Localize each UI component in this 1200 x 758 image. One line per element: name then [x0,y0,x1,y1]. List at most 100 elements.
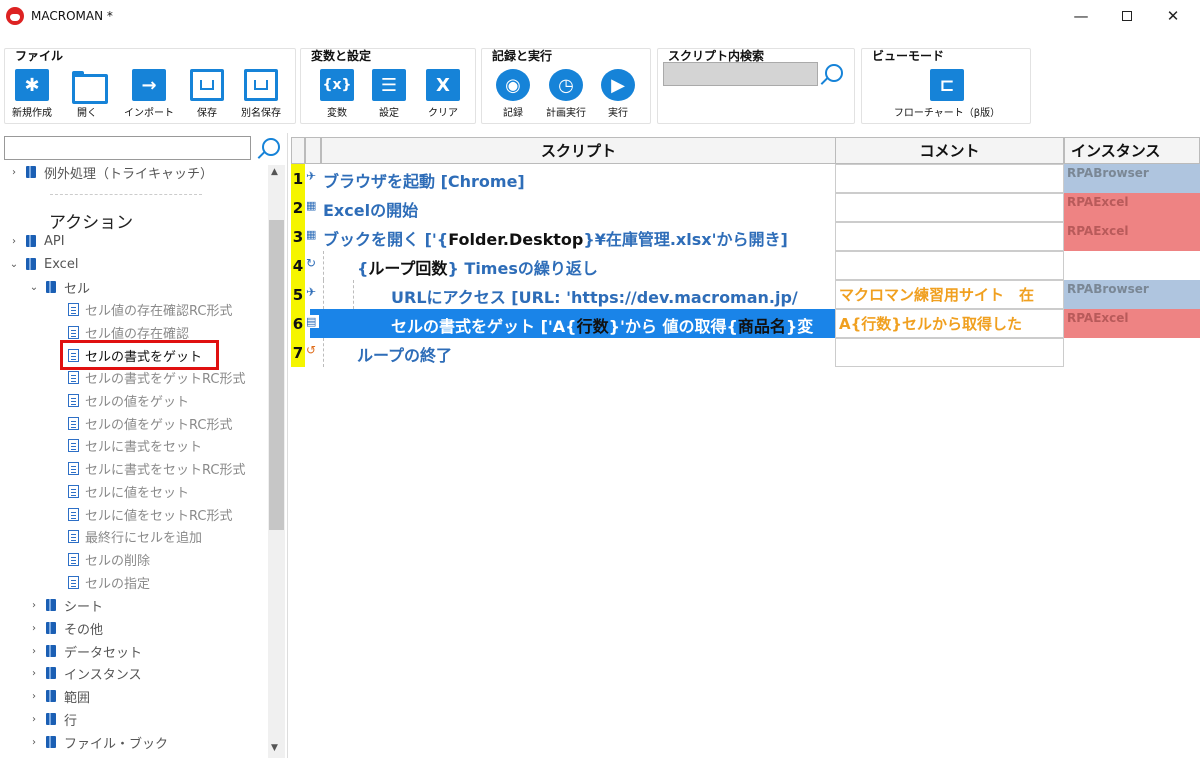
view-mode-group: ビューモード ⊏ フローチャート（β版） [861,48,1031,124]
script-part: { [357,259,369,278]
new-button-label: 新規作成 [12,108,52,119]
tree-leaf[interactable]: セルに値をセット [68,480,189,502]
tree-item-row[interactable]: › 行 [28,708,77,730]
run-button[interactable]: ▶ 実行 [588,69,648,119]
import-button[interactable]: → インポート [119,69,179,119]
schedule-run-button[interactable]: ◷ 計画実行 [536,69,596,119]
tree-leaf-label: セルの書式をゲットRC形式 [85,371,246,387]
instance-cell[interactable]: RPABrowser [1064,280,1200,309]
script-column-header[interactable]: スクリプト [321,137,836,164]
script-row[interactable]: 3 ▦ ブックを開く ['{Folder.Desktop}¥在庫管理.xlsx'… [291,222,1200,251]
loop-icon: ↻ [306,256,317,270]
instance-column-header[interactable]: インスタンス [1064,137,1200,164]
record-button-label: 記録 [503,108,523,119]
document-icon [68,461,79,475]
tree-leaf[interactable]: セル値の存在確認RC形式 [68,298,232,320]
save-as-button[interactable]: 別名保存 [231,69,291,119]
schedule-run-button-label: 計画実行 [546,108,586,119]
comment-cell[interactable] [835,222,1064,251]
instance-cell[interactable]: RPABrowser [1064,164,1200,193]
open-button[interactable]: 開く [57,69,117,119]
maximize-button[interactable] [1104,0,1150,32]
instance-cell[interactable]: RPAExcel [1064,193,1200,222]
comment-cell[interactable] [835,164,1064,193]
instance-cell[interactable] [1064,251,1200,280]
row-number: 2 [291,193,305,222]
tree-scrollbar[interactable]: ▲ ▼ [268,165,285,758]
tree-item-api[interactable]: › API [8,230,65,252]
tree-item-label: その他 [64,622,104,638]
tree-item-instance[interactable]: › インスタンス [28,662,141,684]
comment-column-header[interactable]: コメント [835,137,1064,164]
script-search-input[interactable] [663,62,818,86]
indent-guide [323,338,324,367]
flowchart-button[interactable]: ⊏ フローチャート（β版） [892,69,1002,119]
scroll-up-icon[interactable]: ▲ [271,167,278,177]
record-group-title: 記録と実行 [492,49,553,63]
close-button[interactable]: ✕ [1150,0,1196,32]
instance-cell[interactable]: RPAExcel [1064,309,1200,338]
document-icon [68,302,79,316]
script-row[interactable]: 1 ✈ ブラウザを起動 [Chrome] RPABrowser [291,164,1200,193]
tree-leaf[interactable]: セルに書式をセット [68,434,202,456]
tree-item-excel[interactable]: ⌄ Excel [8,253,79,275]
tree-item-exception[interactable]: › 例外処理（トライキャッチ） [8,161,213,183]
new-button[interactable]: ✱ 新規作成 [2,69,62,119]
document-icon [68,507,79,521]
tree-leaf[interactable]: 最終行にセルを追加 [68,525,202,547]
flowchart-button-label: フローチャート（β版） [893,108,1001,119]
tree-item-other[interactable]: › その他 [28,617,103,639]
scroll-down-icon[interactable]: ▼ [271,743,278,753]
comment-cell[interactable] [835,251,1064,280]
tree-item-dataset[interactable]: › データセット [28,640,142,662]
row-number: 1 [291,164,305,193]
comment-cell[interactable]: A{行数}セルから取得した [835,309,1064,338]
instance-cell[interactable] [1064,338,1200,367]
tree-scroll-thumb[interactable] [269,220,284,530]
settings-button[interactable]: ☰ 設定 [359,69,419,119]
tree-search-input[interactable] [4,136,251,160]
folder-icon [70,69,108,104]
tree-item-cell[interactable]: ⌄ セル [28,276,90,298]
tree-search-icon[interactable] [262,138,280,156]
save-button[interactable]: 保存 [177,69,237,119]
chevron-right-icon: › [12,235,16,247]
tree-leaf[interactable]: セルの指定 [68,571,150,593]
tree-item-range[interactable]: › 範囲 [28,685,90,707]
book-icon [46,713,56,725]
record-button[interactable]: ◉ 記録 [483,69,543,119]
save-as-icon [244,69,278,101]
minimize-button[interactable]: — [1058,0,1104,32]
tree-leaf[interactable]: セルに値をセットRC形式 [68,503,232,525]
tree-item-file-book[interactable]: › ファイル・ブック [28,731,168,753]
tree-item-sheet[interactable]: › シート [28,594,103,616]
view-mode-title: ビューモード [872,49,945,63]
tree-leaf[interactable]: セルの値をゲットRC形式 [68,412,232,434]
script-row[interactable]: 2 ▦ Excelの開始 RPAExcel [291,193,1200,222]
variable-token: ループ回数 [368,259,448,278]
book-icon [46,645,56,657]
document-icon [68,575,79,589]
variables-button-label: 変数 [327,108,347,119]
ribbon: ファイル ✱ 新規作成 開く → インポート 保存 別名保存 変数と設定 {x}… [0,40,1200,126]
script-row-selected[interactable]: 6 ▤ セルの書式をゲット ['A{行数}'から 値の取得{商品名}変 A{行数… [291,309,1200,338]
variable-token: Folder.Desktop [448,230,584,249]
tree-leaf[interactable]: セルの削除 [68,548,150,570]
arrow-right-icon: → [132,69,166,101]
script-search-icon[interactable] [825,64,843,82]
indent-guide [323,280,324,309]
tree-leaf[interactable]: セルに書式をセットRC形式 [68,457,245,479]
chevron-right-icon: › [32,645,36,657]
tree-leaf[interactable]: セルの値をゲット [68,389,189,411]
chevron-down-icon: ⌄ [29,281,39,293]
comment-cell[interactable] [835,338,1064,367]
instance-cell[interactable]: RPAExcel [1064,222,1200,251]
file-group: ファイル ✱ 新規作成 開く → インポート 保存 別名保存 [4,48,296,124]
variables-button[interactable]: {x} 変数 [307,69,367,119]
clear-button[interactable]: X クリア [413,69,473,119]
script-row[interactable]: 4 ↻ {ループ回数} Timesの繰り返し [291,251,1200,280]
script-row[interactable]: 5 ✈ URLにアクセス [URL: 'https://dev.macroman… [291,280,1200,309]
script-row[interactable]: 7 ↺ ループの終了 [291,338,1200,367]
comment-cell[interactable] [835,193,1064,222]
comment-cell[interactable]: マクロマン練習用サイト 在 [835,280,1064,309]
